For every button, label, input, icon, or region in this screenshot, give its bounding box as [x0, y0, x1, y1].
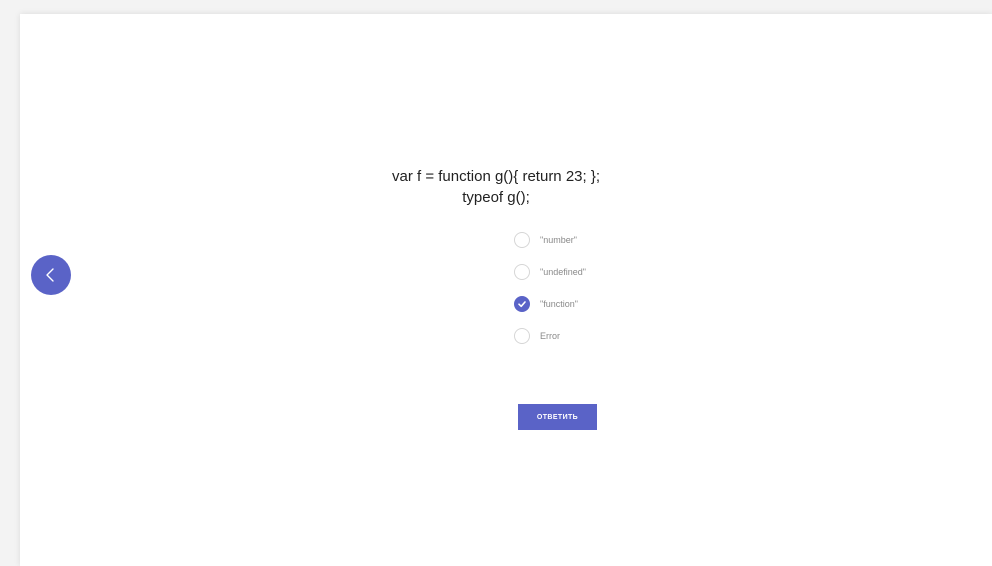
quiz-card	[20, 14, 992, 566]
chevron-left-icon	[46, 268, 54, 282]
answer-option-undefined[interactable]: "undefined"	[514, 262, 714, 282]
radio-button[interactable]	[514, 232, 530, 248]
answer-option-label: "function"	[540, 299, 578, 309]
radio-button[interactable]	[514, 328, 530, 344]
answer-options: "number" "undefined" "function" Error	[514, 230, 714, 358]
question-code-line: typeof g();	[462, 189, 530, 206]
answer-option-number[interactable]: "number"	[514, 230, 714, 250]
answer-option-error[interactable]: Error	[514, 326, 714, 346]
question-code: var f = function g(){ return 23; }; type…	[0, 166, 992, 208]
answer-option-label: "undefined"	[540, 267, 586, 277]
back-button[interactable]	[31, 255, 71, 295]
submit-answer-button[interactable]: ОТВЕТИТЬ	[518, 404, 597, 430]
radio-button-checked[interactable]	[514, 296, 530, 312]
answer-option-function[interactable]: "function"	[514, 294, 714, 314]
answer-option-label: "number"	[540, 235, 577, 245]
question-code-line: var f = function g(){ return 23; };	[391, 168, 601, 185]
answer-option-label: Error	[540, 331, 560, 341]
check-icon	[518, 301, 526, 308]
radio-button[interactable]	[514, 264, 530, 280]
